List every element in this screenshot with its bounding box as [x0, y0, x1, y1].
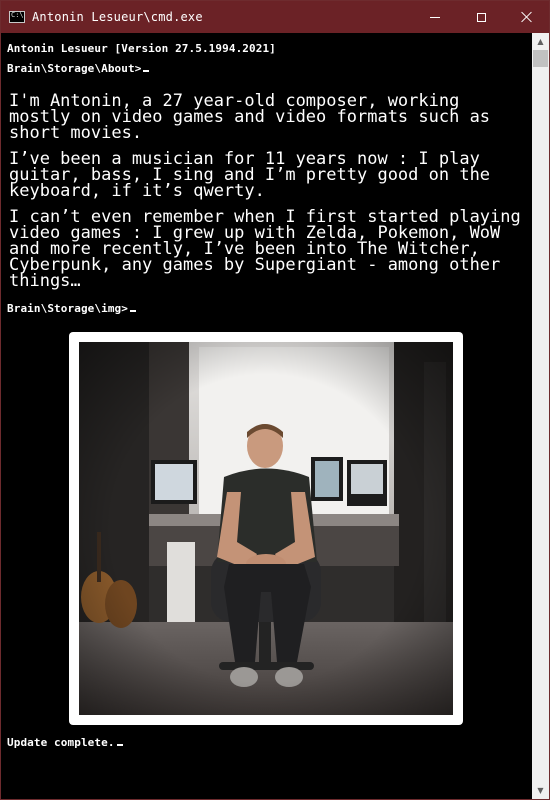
maximize-button[interactable]	[458, 1, 504, 33]
window-title: Antonin Lesueur\cmd.exe	[32, 10, 203, 24]
minimize-button[interactable]	[412, 1, 458, 33]
prompt-about: Brain\Storage\About>	[7, 62, 150, 75]
scroll-thumb[interactable]	[533, 50, 548, 67]
about-paragraph-2: I’ve been a musician for 11 years now : …	[9, 149, 491, 201]
minimize-icon	[430, 16, 440, 18]
close-icon	[521, 11, 533, 23]
cursor	[143, 70, 150, 72]
maximize-icon	[476, 12, 486, 22]
prompt-img: Brain\Storage\img>	[7, 302, 137, 315]
photo-frame	[69, 332, 463, 725]
portrait-photo	[79, 342, 453, 715]
about-paragraph-1: I'm Antonin, a 27 year-old composer, wor…	[9, 91, 491, 143]
version-line: Antonin Lesueur [Version 27.5.1994.2021]	[7, 42, 276, 55]
scroll-up-icon[interactable]: ▲	[532, 33, 549, 50]
scroll-down-icon[interactable]: ▼	[532, 782, 549, 799]
status-text: Update complete.	[7, 736, 115, 749]
prompt-img-text: Brain\Storage\img>	[7, 302, 129, 315]
cursor	[116, 744, 123, 746]
cursor	[130, 310, 137, 312]
prompt-about-text: Brain\Storage\About>	[7, 62, 142, 75]
about-paragraph-3: I can’t even remember when I first start…	[9, 207, 521, 291]
cmd-app-icon[interactable]	[9, 11, 25, 23]
version-text: Antonin Lesueur [Version 27.5.1994.2021]	[7, 42, 276, 55]
cmd-window: Antonin Lesueur\cmd.exe Antonin Lesueur …	[0, 0, 550, 800]
status-line: Update complete.	[7, 736, 123, 749]
vertical-scrollbar[interactable]: ▲ ▼	[532, 33, 549, 799]
title-bar[interactable]: Antonin Lesueur\cmd.exe	[1, 1, 549, 33]
console-output[interactable]: Antonin Lesueur [Version 27.5.1994.2021]…	[1, 33, 531, 799]
close-button[interactable]	[504, 1, 549, 33]
